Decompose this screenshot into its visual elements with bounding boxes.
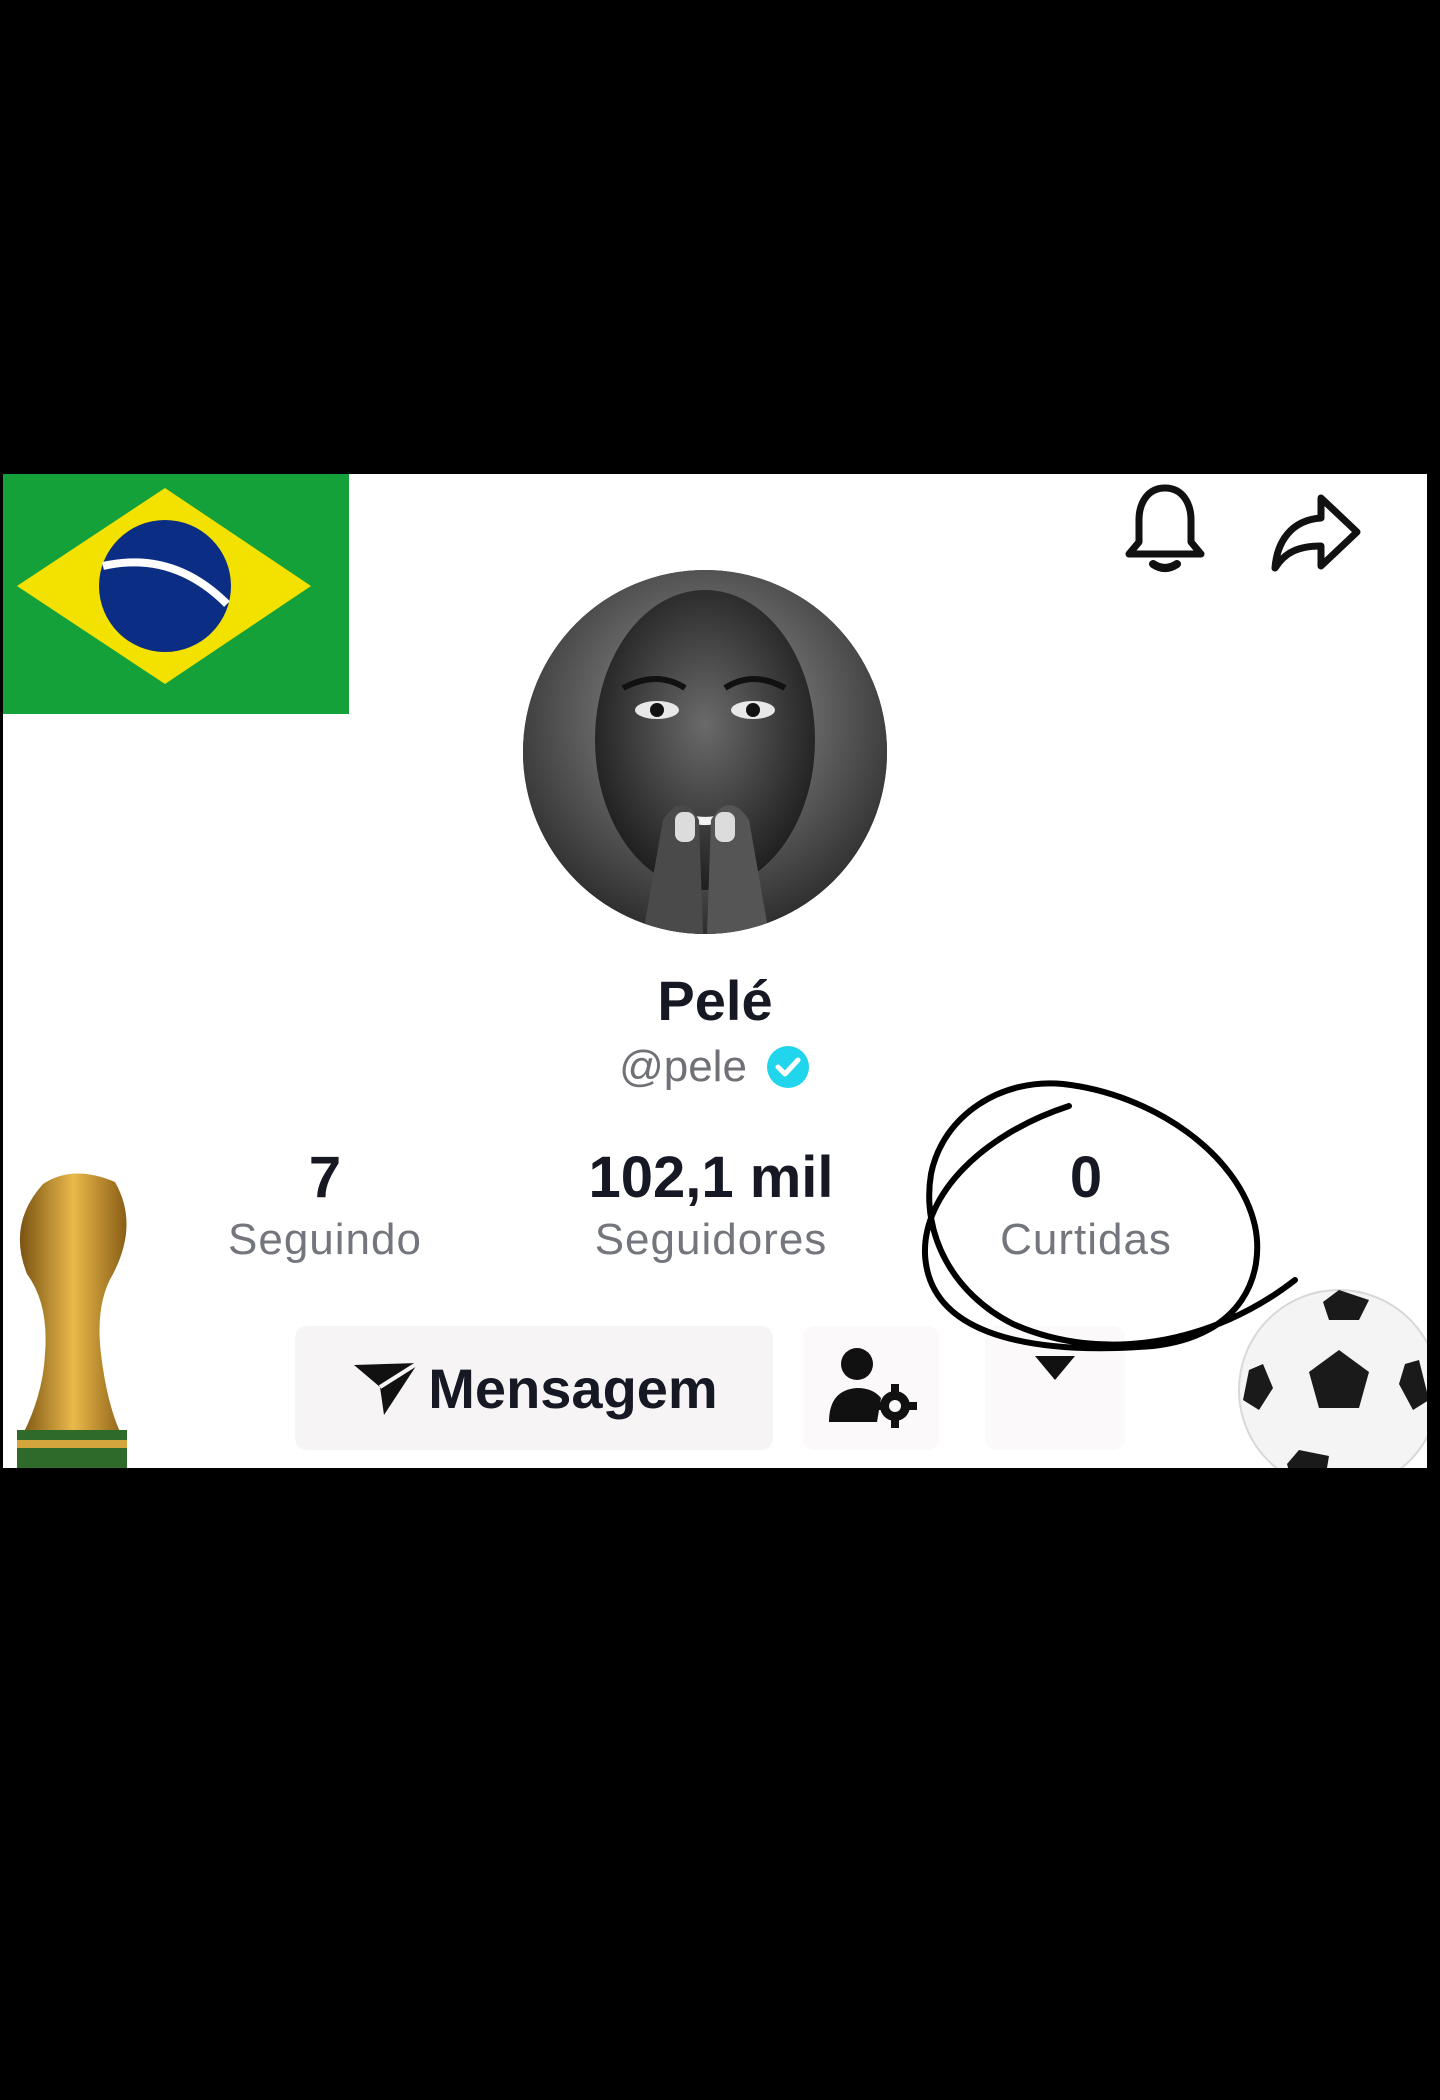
stat-followers[interactable]: 102,1 mil Seguidores — [556, 1146, 866, 1270]
bell-icon — [1125, 484, 1205, 572]
stat-value: 0 — [1069, 1145, 1103, 1210]
display-name: Pelé — [657, 969, 773, 1032]
brazil-flag — [3, 474, 349, 714]
avatar[interactable] — [523, 570, 887, 934]
message-button-label: Mensagem — [428, 1356, 718, 1420]
send-icon — [354, 1361, 420, 1415]
stat-value: 102,1 mil — [588, 1145, 834, 1210]
stat-following[interactable]: 7 Seguindo — [175, 1146, 475, 1270]
stat-likes[interactable]: 0 Curtidas — [936, 1146, 1236, 1270]
notifications-button[interactable] — [1121, 480, 1209, 576]
handle-row: @pele — [3, 1042, 1427, 1092]
profile-card: Pelé @pele 7 Seguindo 102,1 mil Seguidor… — [3, 474, 1427, 1468]
message-button[interactable]: Mensagem — [295, 1326, 773, 1450]
share-icon — [1271, 494, 1361, 572]
stat-label: Seguindo — [228, 1215, 422, 1264]
user-settings-icon — [829, 1348, 917, 1428]
avatar-photo — [523, 570, 887, 934]
more-dropdown-button[interactable] — [985, 1326, 1125, 1450]
profile-settings-button[interactable] — [803, 1326, 939, 1450]
world-cup-trophy — [17, 1173, 127, 1468]
share-button[interactable] — [1269, 490, 1365, 574]
stat-value: 7 — [308, 1145, 342, 1210]
stat-label: Seguidores — [594, 1215, 828, 1264]
caret-down-icon — [1035, 1356, 1075, 1380]
username-handle: @pele — [619, 1042, 747, 1091]
verified-badge-icon — [766, 1046, 809, 1088]
stat-label: Curtidas — [1000, 1215, 1172, 1264]
soccer-ball — [1238, 1289, 1427, 1468]
